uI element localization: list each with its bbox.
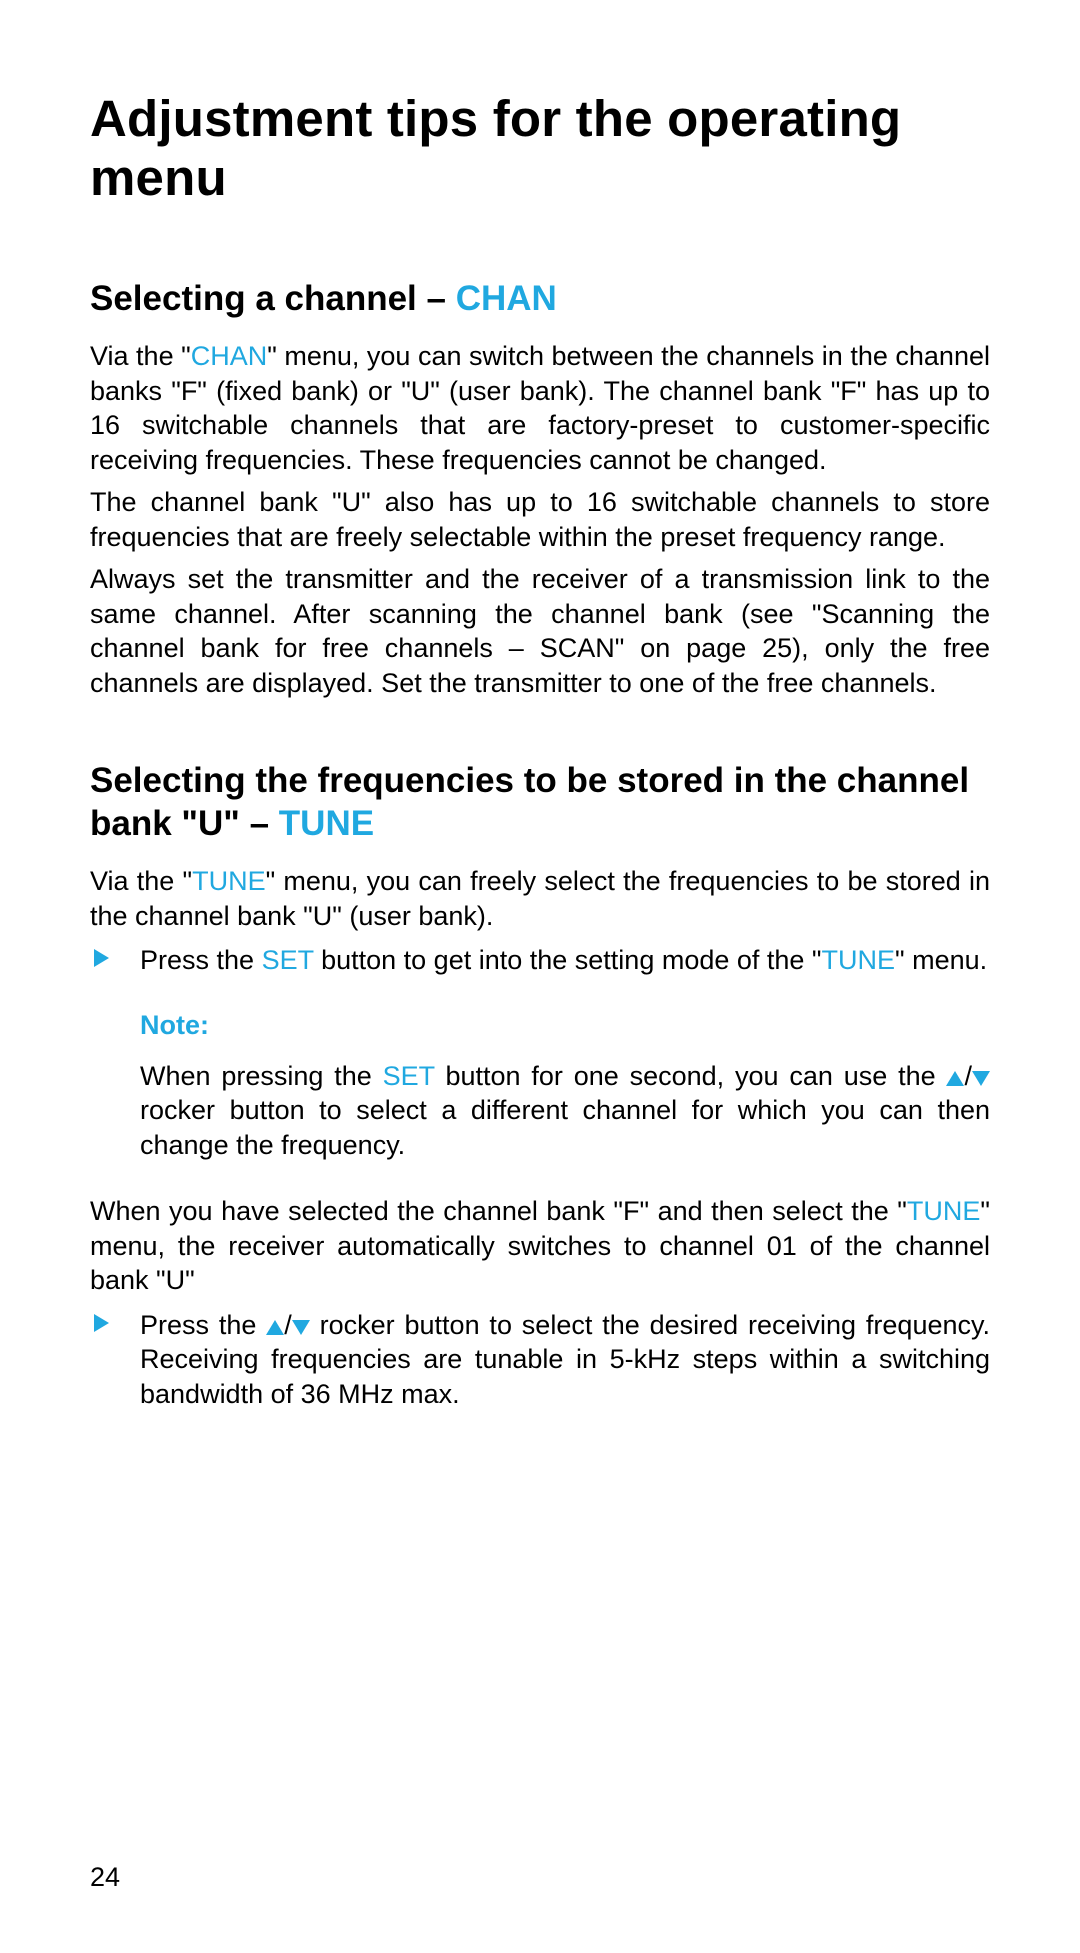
note-label: Note:: [140, 1010, 990, 1041]
page-number: 24: [90, 1862, 120, 1893]
triangle-up-icon: [946, 1071, 964, 1086]
note-block: Note: When pressing the SET button for o…: [140, 1010, 990, 1163]
section1-paragraph-3: Always set the transmitter and the recei…: [90, 562, 990, 700]
section2-paragraph-1: Via the "TUNE" menu, you can freely sele…: [90, 864, 990, 933]
title-text: Adjustment tips for the operating menu: [90, 90, 901, 206]
triangle-down-icon: [972, 1071, 990, 1086]
triangle-down-icon: [292, 1320, 310, 1335]
heading-accent-tune: TUNE: [279, 804, 374, 843]
note-body: When pressing the SET button for one sec…: [140, 1059, 990, 1163]
section-heading-chan: Selecting a channel – CHAN: [90, 277, 990, 321]
button-name-set: SET: [383, 1061, 435, 1091]
document-page: Adjustment tips for the operating menu S…: [0, 0, 1080, 1953]
heading-text: Selecting the frequencies to be stored i…: [90, 761, 969, 844]
heading-accent-chan: CHAN: [456, 279, 557, 318]
menu-name-tune: TUNE: [822, 945, 896, 975]
step-item: Press the SET button to get into the set…: [140, 943, 990, 978]
heading-text: Selecting a channel –: [90, 279, 456, 318]
menu-name-tune: TUNE: [907, 1196, 981, 1226]
section1-paragraph-1: Via the "CHAN" menu, you can switch betw…: [90, 339, 990, 477]
step-list-1: Press the SET button to get into the set…: [90, 943, 990, 978]
section2-paragraph-2: When you have selected the channel bank …: [90, 1194, 990, 1298]
section1-paragraph-2: The channel bank "U" also has up to 16 s…: [90, 485, 990, 554]
section-heading-tune: Selecting the frequencies to be stored i…: [90, 759, 990, 847]
menu-name-tune: TUNE: [192, 866, 266, 896]
menu-name-chan: CHAN: [191, 341, 268, 371]
spacer: [90, 709, 990, 759]
triangle-up-icon: [266, 1320, 284, 1335]
step-item: Press the / rocker button to select the …: [140, 1308, 990, 1412]
step-list-2: Press the / rocker button to select the …: [90, 1308, 990, 1412]
button-name-set: SET: [262, 945, 314, 975]
page-title: Adjustment tips for the operating menu: [90, 90, 990, 207]
